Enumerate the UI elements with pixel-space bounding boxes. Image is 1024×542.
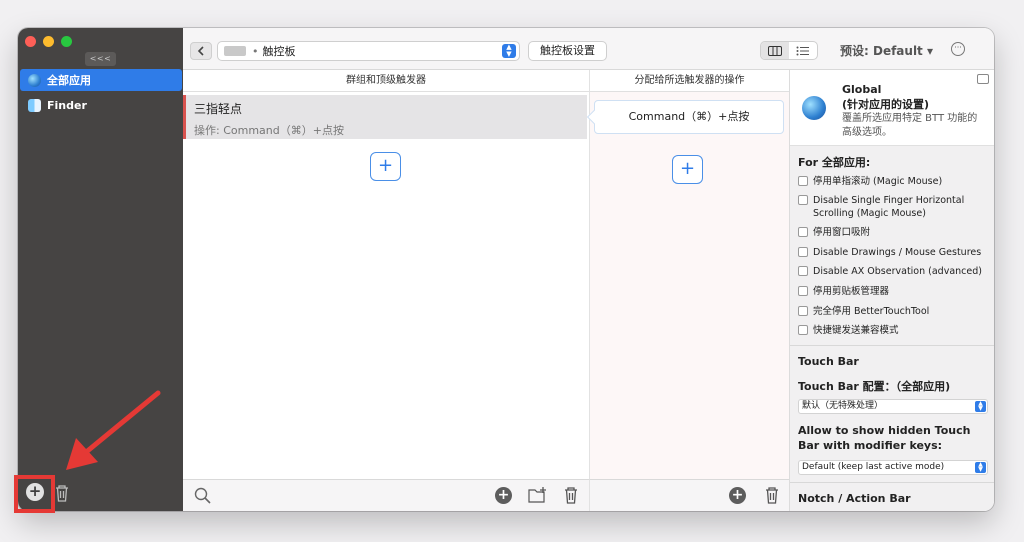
annotation-arrow-icon [66,390,161,470]
annotation-highlight-box [14,475,55,513]
